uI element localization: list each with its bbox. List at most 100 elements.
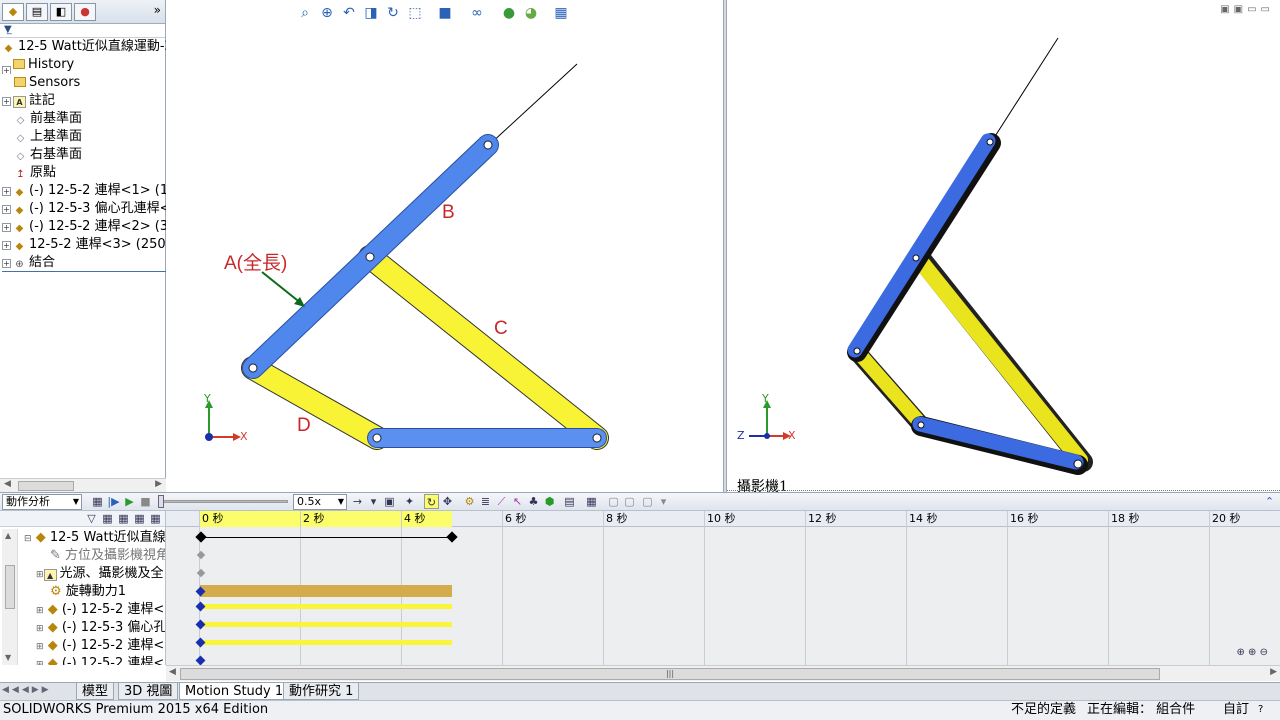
tree-item-mates[interactable]: + ⊕ 結合	[2, 254, 166, 272]
link-d-3d[interactable]	[848, 343, 930, 434]
playback-slider-track[interactable]	[160, 500, 288, 503]
tree-item-top-plane[interactable]: ◇ 上基準面	[14, 128, 82, 146]
options-dropdown-icon[interactable]: ▾	[656, 494, 671, 509]
contact-icon[interactable]: ♣	[526, 494, 541, 509]
scroll-up-icon[interactable]: ▲	[5, 531, 11, 540]
motion-tree-link-3[interactable]: ⊞ ◆ (-) 12-5-2 連桿<3	[36, 655, 165, 665]
motion-tree-lights[interactable]: ⊞ ▲ 光源、攝影機及全	[36, 565, 164, 583]
scroll-down-icon[interactable]: ▼	[5, 653, 11, 662]
calculate-icon[interactable]: ▦	[90, 494, 105, 509]
tree-item-eccentric-link[interactable]: + ◆ (-) 12-5-3 偏心孔連桿<1	[2, 200, 166, 218]
tree-item-origin[interactable]: ↥ 原點	[14, 164, 56, 182]
filter-results-icon[interactable]: ▦	[148, 511, 163, 526]
tab-motion-study-1[interactable]: Motion Study 1	[179, 683, 290, 700]
component-timeline-bar[interactable]	[200, 604, 452, 609]
stop-icon[interactable]: ■	[138, 494, 153, 509]
expand-icon[interactable]: +	[2, 259, 11, 268]
zoom-to-fit-icon[interactable]: ⊕	[1236, 647, 1244, 658]
scroll-thumb[interactable]	[5, 565, 15, 609]
motion-tree-eccentric-link[interactable]: ⊞ ◆ (-) 12-5-3 偏心孔	[36, 619, 165, 637]
property-manager-tab[interactable]: ▤	[26, 3, 48, 21]
tree-item-right-plane[interactable]: ◇ 右基準面	[14, 146, 82, 164]
scroll-thumb[interactable]: |||	[180, 668, 1160, 680]
tab-3d-views[interactable]: 3D 視圖	[118, 683, 179, 700]
filter-selected-icon[interactable]: ▦	[132, 511, 147, 526]
tree-item-link-3[interactable]: + ◆ 12-5-2 連桿<3> (250<編	[2, 236, 166, 254]
playback-slider-thumb[interactable]	[158, 495, 164, 508]
status-help-icon[interactable]: ?	[1258, 701, 1263, 719]
status-custom[interactable]: 自訂	[1223, 701, 1249, 719]
expand-icon[interactable]: +	[2, 205, 11, 214]
motion-tree-motor[interactable]: ⚙ 旋轉動力1	[50, 583, 126, 601]
scroll-left-icon[interactable]: ◀	[4, 479, 11, 489]
filter-animated-icon[interactable]: ▦	[100, 511, 115, 526]
save-animation-icon[interactable]: ▣	[382, 494, 397, 509]
autokey-icon[interactable]: ↻	[424, 494, 439, 509]
expand-icon[interactable]: +	[2, 241, 11, 250]
expand-icon[interactable]: +	[2, 223, 11, 232]
graphics-area-camera-view[interactable]: ▣▣▭▭ Y X Z 攝影機1	[727, 0, 1280, 495]
filter-driving-icon[interactable]: ▦	[116, 511, 131, 526]
tree-item-history[interactable]: + History	[2, 56, 74, 74]
gravity-icon[interactable]: ⬢	[542, 494, 557, 509]
spring-icon[interactable]: ≣	[478, 494, 493, 509]
zoom-in-icon[interactable]: ⊕	[1248, 647, 1256, 658]
feature-tree-icon: ◆	[8, 5, 18, 18]
playback-mode-icon[interactable]: →	[350, 494, 365, 509]
force-icon[interactable]: ↖	[510, 494, 525, 509]
options-icon[interactable]: ▢	[640, 494, 655, 509]
motion-study-properties-icon[interactable]: ▦	[584, 494, 599, 509]
configuration-manager-tab[interactable]: ◧	[50, 3, 72, 21]
motion-tree-link-2[interactable]: ⊞ ◆ (-) 12-5-2 連桿<2	[36, 637, 165, 655]
timeline-area[interactable]: 0 秒2 秒4 秒6 秒8 秒 10 秒 12 秒 14 秒 16 秒 18 秒 20 秒 …	[166, 511, 1280, 665]
expand-panel-icon[interactable]: »	[154, 3, 161, 17]
timeline-horizontal-scrollbar[interactable]: ◀ ||| ▶	[166, 665, 1280, 681]
graphics-area-front-view[interactable]: ⌕ ⊕ ↶ ◨ ↻ ⬚ ■ ∞ ● ◕ ▦ A(全長) B C D Y X	[166, 0, 724, 492]
scroll-right-icon[interactable]: ▶	[1270, 667, 1277, 677]
collapse-icon[interactable]: ▢	[606, 494, 621, 509]
tree-root[interactable]: ◆ 12-5 Watt近似直線運動-2	[2, 38, 173, 56]
component-timeline-bar[interactable]	[200, 640, 452, 645]
motion-tree-root[interactable]: ⊟ ◆ 12-5 Watt近似直線	[24, 529, 165, 547]
link-c[interactable]	[358, 245, 609, 450]
tree-item-link-1[interactable]: + ◆ (-) 12-5-2 連桿<1> (180	[2, 182, 166, 200]
motion-tree-orientation[interactable]: ✎ 方位及攝影機視角	[50, 547, 165, 565]
playback-mode-dropdown-icon[interactable]: ▾	[366, 494, 381, 509]
tree-item-sensors[interactable]: Sensors	[14, 74, 80, 92]
scroll-right-icon[interactable]: ▶	[155, 479, 162, 489]
play-icon[interactable]: ▶	[122, 494, 137, 509]
study-type-select[interactable]: 動作分析 ▼	[2, 494, 82, 510]
collapse-motion-manager-icon[interactable]: ⌃	[1262, 494, 1277, 509]
animation-wizard-icon[interactable]: ✦	[402, 494, 417, 509]
expand-icon[interactable]: +	[2, 187, 11, 196]
motor-icon[interactable]: ⚙	[462, 494, 477, 509]
tree-filter[interactable]: ▼̲	[0, 24, 165, 38]
tab-scroll-arrows[interactable]: ◀◀◀▶▶	[2, 685, 52, 695]
scroll-thumb[interactable]	[18, 481, 74, 491]
filter-icon[interactable]: ▽	[84, 511, 99, 526]
motor-timeline-bar[interactable]	[200, 585, 452, 597]
damper-icon[interactable]: ⟋	[494, 494, 509, 509]
play-from-start-icon[interactable]: |▶	[106, 494, 121, 509]
display-manager-tab[interactable]: ●	[74, 3, 96, 21]
expand-icon[interactable]: +	[2, 97, 11, 106]
link-d[interactable]	[241, 356, 389, 450]
results-and-plots-icon[interactable]: ▤	[562, 494, 577, 509]
expand-icon[interactable]: +	[2, 66, 11, 74]
component-timeline-bar[interactable]	[200, 622, 452, 627]
triad-y-label: Y	[762, 392, 769, 405]
zoom-out-icon[interactable]: ⊖	[1260, 647, 1268, 658]
tree-item-annotations[interactable]: + A 註記	[2, 92, 55, 110]
tree-item-front-plane[interactable]: ◇ 前基準面	[14, 110, 82, 128]
view-icon[interactable]: ▢	[622, 494, 637, 509]
tree-item-link-2[interactable]: + ◆ (-) 12-5-2 連桿<2> (360	[2, 218, 166, 236]
tree-horizontal-scrollbar[interactable]: ◀ ▶	[0, 478, 166, 492]
add-key-icon[interactable]: ✥	[440, 494, 455, 509]
feature-manager-tab[interactable]: ◆	[2, 3, 24, 21]
tab-motion-study-1-zh[interactable]: 動作研究 1	[283, 683, 360, 700]
tab-model[interactable]: 模型	[76, 683, 115, 700]
playback-speed-select[interactable]: 0.5x ▼	[293, 494, 347, 510]
scroll-left-icon[interactable]: ◀	[169, 667, 176, 677]
motion-tree-vertical-scrollbar[interactable]: ▲ ▼	[2, 529, 18, 665]
motion-tree-link-1[interactable]: ⊞ ◆ (-) 12-5-2 連桿<1	[36, 601, 165, 619]
